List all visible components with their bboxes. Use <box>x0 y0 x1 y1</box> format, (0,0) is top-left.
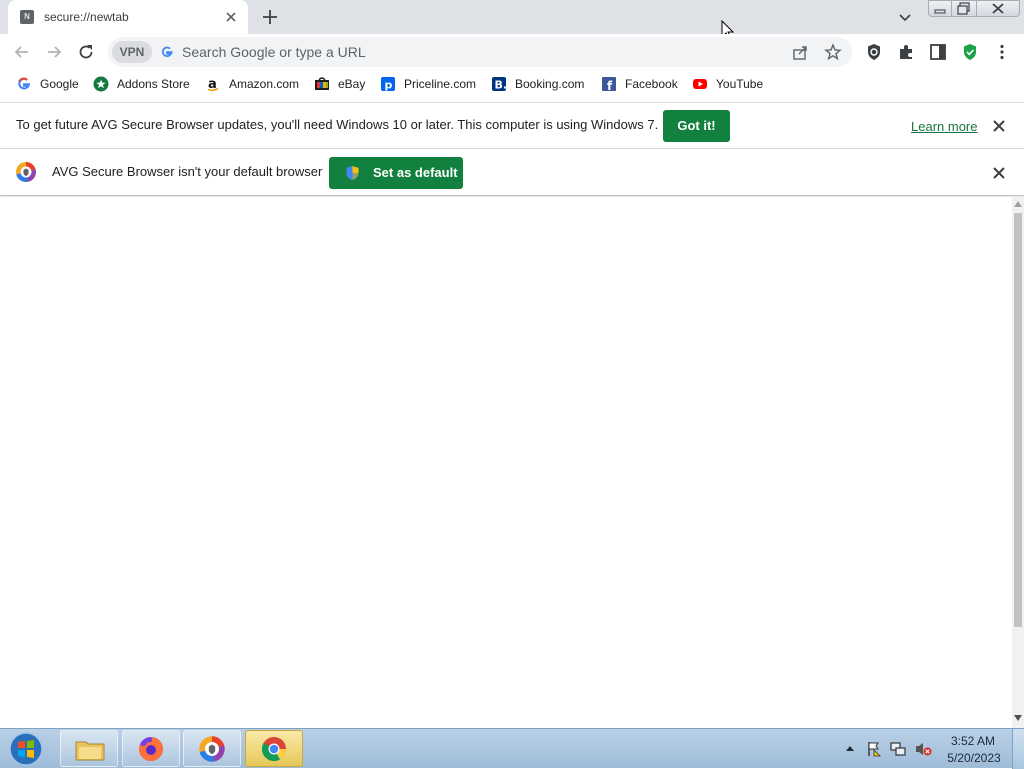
got-it-button[interactable]: Got it! <box>663 110 730 142</box>
taskbar-firefox-button[interactable] <box>122 730 180 767</box>
window-restore-button[interactable] <box>951 0 977 17</box>
bookmark-label: Booking.com <box>515 77 585 91</box>
new-tab-plus-icon[interactable] <box>259 6 281 28</box>
bookmarks-bar: Google Addons Store a Amazon.com eBay p … <box>0 70 1024 98</box>
amazon-icon: a <box>207 77 219 92</box>
network-icon[interactable] <box>890 741 907 757</box>
chevron-down-icon[interactable] <box>896 8 914 26</box>
close-icon[interactable] <box>991 118 1007 134</box>
bookmark-label: YouTube <box>716 77 764 91</box>
uac-shield-icon <box>346 166 359 180</box>
browser-toolbar: VPN <box>0 34 1024 70</box>
bookmark-star-icon[interactable] <box>824 43 842 61</box>
avg-browser-icon <box>199 736 225 762</box>
share-icon[interactable] <box>792 44 809 61</box>
booking-icon: B. <box>492 77 508 92</box>
bookmark-facebook[interactable]: f Facebook <box>601 74 678 94</box>
volume-muted-icon[interactable] <box>914 741 932 757</box>
back-arrow-icon[interactable] <box>12 42 32 62</box>
priceline-icon: p <box>381 77 395 92</box>
tab-newtab[interactable]: N secure://newtab <box>8 0 248 34</box>
addons-store-icon <box>93 76 109 92</box>
svg-text:p: p <box>385 79 393 92</box>
scrollbar-thumb[interactable] <box>1014 213 1022 627</box>
bookmark-youtube[interactable]: YouTube <box>692 74 763 94</box>
avg-security-shield-icon[interactable] <box>960 42 980 62</box>
taskbar-avg-browser-button[interactable] <box>183 730 241 767</box>
bookmark-label: eBay <box>338 77 366 91</box>
update-warning-message: To get future AVG Secure Browser updates… <box>16 117 659 132</box>
firefox-icon <box>138 737 163 761</box>
svg-text:f: f <box>607 79 613 92</box>
avg-browser-logo-icon <box>16 162 36 183</box>
bookmark-addons-store[interactable]: Addons Store <box>93 74 190 94</box>
window-close-button[interactable] <box>976 0 1020 17</box>
bookmark-label: Amazon.com <box>229 77 300 91</box>
bookmark-amazon[interactable]: a Amazon.com <box>205 74 299 94</box>
close-icon[interactable] <box>991 165 1007 181</box>
bookmark-booking[interactable]: B. Booking.com <box>491 74 584 94</box>
bookmark-label: Facebook <box>625 77 678 91</box>
tray-expand-arrow-icon[interactable] <box>845 744 855 752</box>
update-warning-infobar: To get future AVG Secure Browser updates… <box>0 102 1024 148</box>
window-minimize-button[interactable] <box>928 0 952 17</box>
google-icon <box>18 77 31 90</box>
page-content <box>0 197 1012 728</box>
facebook-icon: f <box>602 77 616 92</box>
default-browser-message: AVG Secure Browser isn't your default br… <box>52 164 323 179</box>
set-as-default-label: Set as default <box>373 165 458 180</box>
search-input[interactable] <box>182 42 682 62</box>
windows-taskbar: 3:52 AM 5/20/2023 <box>0 728 1024 769</box>
scroll-down-arrow-icon[interactable] <box>1014 715 1022 721</box>
bookmark-google[interactable]: Google <box>16 74 79 94</box>
default-browser-infobar: AVG Secure Browser isn't your default br… <box>0 148 1024 196</box>
bookmark-label: Google <box>40 77 79 91</box>
forward-arrow-icon[interactable] <box>44 42 64 62</box>
clock-date[interactable]: 5/20/2023 <box>944 751 1004 765</box>
privacy-shield-icon[interactable] <box>864 42 884 62</box>
address-bar[interactable]: VPN <box>108 37 852 67</box>
explorer-icon <box>75 741 105 761</box>
vpn-button[interactable]: VPN <box>112 41 152 63</box>
windows-start-button[interactable] <box>6 731 46 767</box>
extensions-puzzle-icon[interactable] <box>896 42 916 62</box>
bookmark-label: Priceline.com <box>404 77 477 91</box>
tab-strip: N secure://newtab <box>0 0 1024 41</box>
taskbar-chrome-button[interactable] <box>245 730 303 767</box>
youtube-icon <box>693 79 707 89</box>
learn-more-link[interactable]: Learn more <box>911 119 977 134</box>
reload-icon[interactable] <box>76 42 96 62</box>
tab-favicon-icon: N <box>20 10 34 24</box>
ebay-icon <box>315 77 329 90</box>
tab-title: secure://newtab <box>44 10 129 24</box>
close-icon[interactable] <box>222 8 240 26</box>
menu-kebab-icon[interactable] <box>992 42 1012 62</box>
vertical-scrollbar[interactable] <box>1012 197 1024 728</box>
side-panel-icon[interactable] <box>928 42 948 62</box>
chrome-icon <box>262 737 286 762</box>
google-icon <box>161 46 173 57</box>
taskbar-explorer-button[interactable] <box>60 730 118 767</box>
bookmark-label: Addons Store <box>117 77 190 91</box>
show-desktop-button[interactable] <box>1012 729 1024 769</box>
svg-text:B.: B. <box>495 79 508 92</box>
bookmark-priceline[interactable]: p Priceline.com <box>380 74 476 94</box>
bookmark-ebay[interactable]: eBay <box>314 74 365 94</box>
action-center-flag-icon[interactable] <box>866 741 882 757</box>
set-as-default-button[interactable]: Set as default <box>329 157 463 189</box>
scroll-up-arrow-icon[interactable] <box>1014 201 1022 207</box>
clock-time[interactable]: 3:52 AM <box>948 734 998 748</box>
